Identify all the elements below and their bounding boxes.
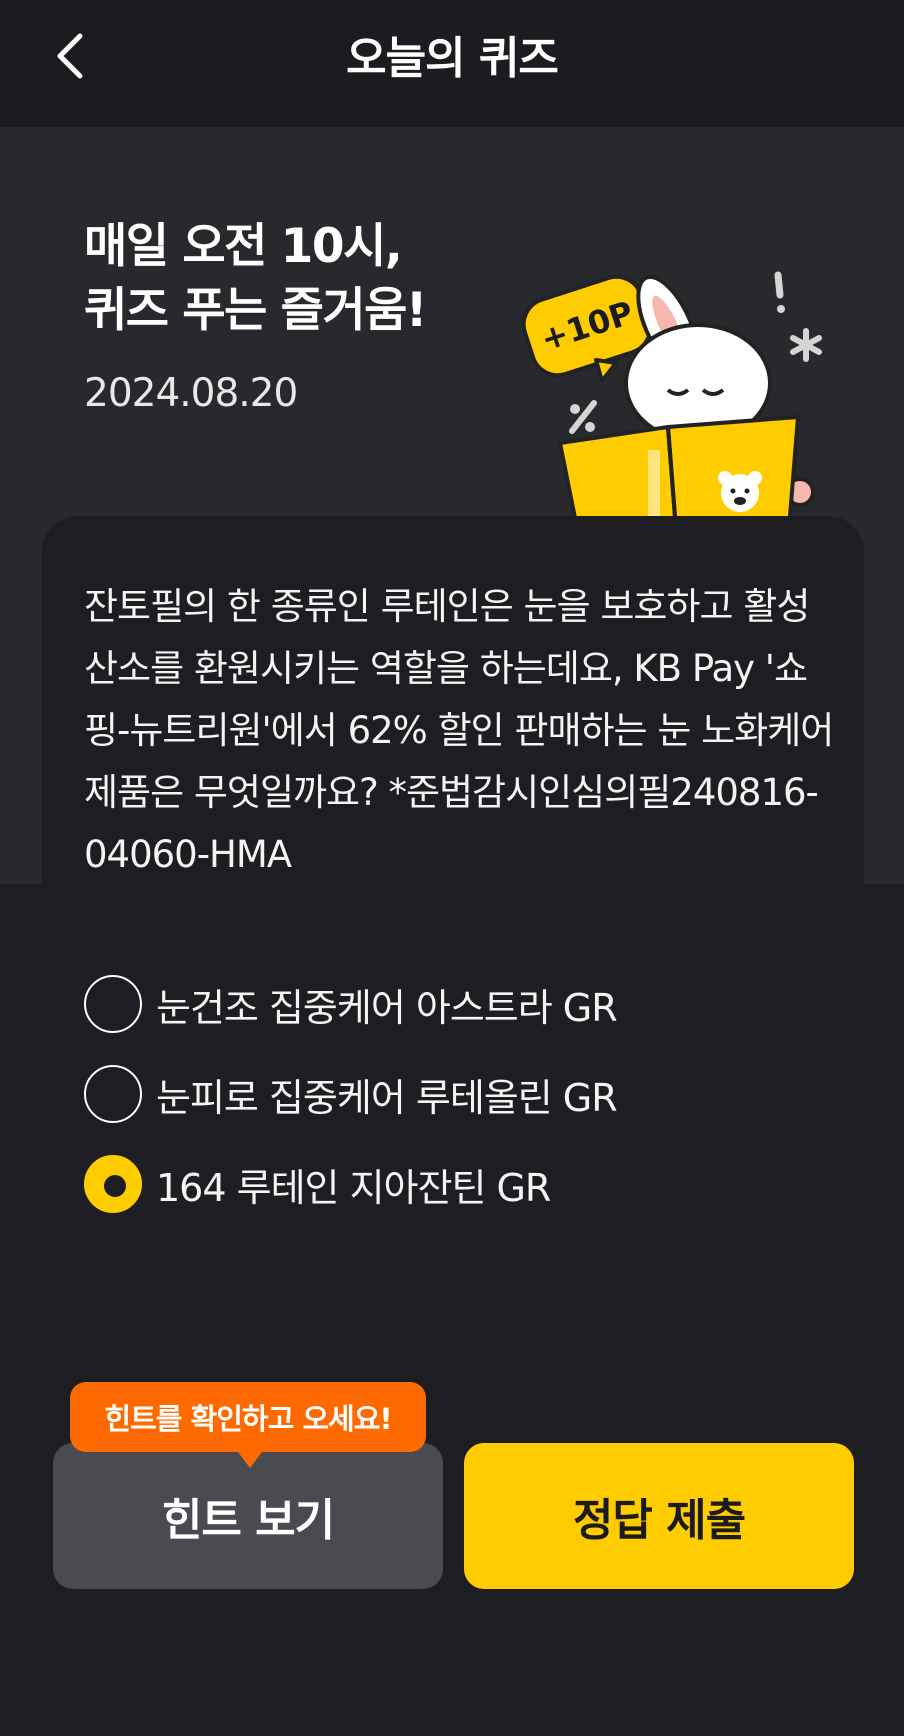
top-app-bar: 오늘의 퀴즈 <box>0 0 904 127</box>
option-1[interactable]: 눈건조 집중케어 아스트라 GR <box>84 972 618 1036</box>
radio-unchecked-icon[interactable] <box>84 975 142 1033</box>
option-3[interactable]: 164 루테인 지아잔틴 GR <box>84 1152 551 1216</box>
submit-answer-button[interactable]: 정답 제출 <box>464 1443 854 1589</box>
option-2[interactable]: 눈피로 집중케어 루테올린 GR <box>84 1062 618 1126</box>
radio-checked-icon[interactable] <box>84 1155 142 1213</box>
page-title: 오늘의 퀴즈 <box>346 33 559 84</box>
hero-headline: 매일 오전 10시, 퀴즈 푸는 즐거움! <box>84 215 427 343</box>
option-label: 164 루테인 지아잔틴 GR <box>156 1165 551 1210</box>
headline-line-1: 매일 오전 10시, <box>84 219 403 274</box>
question-text: 잔토필의 한 종류인 루테인은 눈을 보호하고 활성 산소를 환원시키는 역할을… <box>84 585 834 876</box>
headline-line-2: 퀴즈 푸는 즐거움! <box>84 283 427 338</box>
quiz-date: 2024.08.20 <box>84 371 298 416</box>
hint-tooltip: 힌트를 확인하고 오세요! <box>70 1382 426 1468</box>
option-label: 눈피로 집중케어 루테올린 GR <box>156 1075 618 1120</box>
radio-unchecked-icon[interactable] <box>84 1065 142 1123</box>
option-label: 눈건조 집중케어 아스트라 GR <box>156 985 618 1030</box>
tooltip-text: 힌트를 확인하고 오세요! <box>104 1402 392 1436</box>
